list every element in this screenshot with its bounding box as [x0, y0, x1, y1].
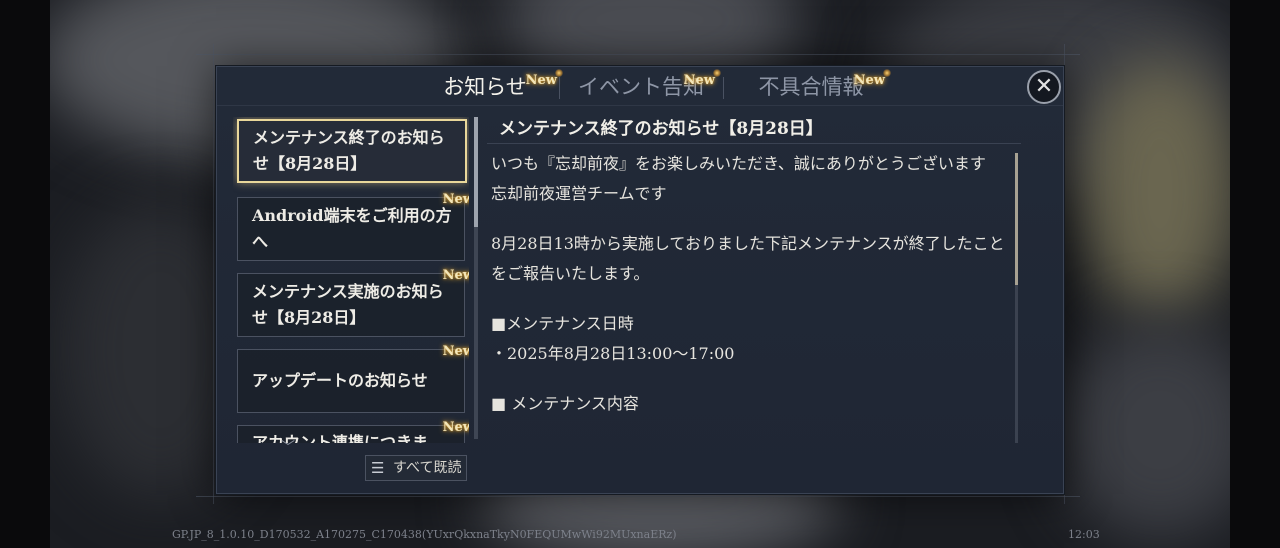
chevron-down-icon[interactable]: ﹀	[271, 441, 305, 455]
body-line: ・2025年8月28日13:00～17:00	[491, 344, 735, 363]
letterbox-left	[0, 0, 50, 548]
letterbox-right	[1230, 0, 1280, 548]
tab-events[interactable]: イベント告知 New	[571, 69, 722, 103]
frame-line-top	[196, 54, 1080, 55]
notice-list: メンテナンス終了のお知らせ【8月28日】 Android端末をご利用の方へ Ne…	[233, 117, 469, 443]
close-button[interactable]: ✕	[1027, 70, 1061, 104]
title-divider	[487, 143, 1021, 144]
read-all-button[interactable]: ☰ すべて既読	[365, 455, 467, 481]
tab-divider	[559, 77, 560, 99]
tab-notices-label: お知らせ	[443, 75, 527, 99]
list-item[interactable]: メンテナンス終了のお知らせ【8月28日】	[237, 119, 467, 183]
new-badge: New	[443, 192, 469, 207]
tab-bug-info-label: 不具合情報	[758, 75, 864, 99]
list-item-label: Android端末をご利用の方へ	[252, 206, 452, 251]
list-item-label: メンテナンス実施のお知らせ【8月28日】	[252, 282, 444, 327]
list-scrollbar[interactable]	[474, 117, 478, 439]
new-badge: New	[684, 65, 722, 97]
new-badge: New	[443, 268, 469, 283]
new-badge: New	[443, 344, 469, 359]
new-badge: New	[443, 420, 469, 435]
list-item-label: メンテナンス終了のお知らせ【8月28日】	[253, 128, 445, 173]
new-badge: New	[854, 65, 892, 97]
new-badge: New	[526, 65, 564, 97]
body-line: 忘却前夜運営チームです	[491, 184, 667, 203]
list-item[interactable]: Android端末をご利用の方へ New	[237, 192, 469, 261]
notice-dialog: お知らせ New イベント告知 New 不具合情報 New ✕ メンテナンス終了…	[216, 66, 1064, 494]
read-all-label: すべて既読	[393, 460, 462, 476]
notice-title: メンテナンス終了のお知らせ【8月28日】	[499, 119, 823, 139]
list-item[interactable]: メンテナンス実施のお知らせ【8月28日】 New	[237, 268, 469, 337]
close-x-icon: ✕	[1034, 74, 1054, 99]
tab-notices[interactable]: お知らせ New	[423, 69, 564, 103]
build-info: GP.JP_8_1.0.10_D170532_A170275_C170438(Y…	[172, 528, 677, 541]
tab-divider	[723, 77, 724, 99]
list-item[interactable]: アップデートのお知らせ New	[237, 344, 469, 413]
list-item-label: アップデートのお知らせ	[252, 371, 428, 390]
body-line: いつも『忘却前夜』をお楽しみいただき、誠にありがとうございます	[491, 154, 986, 173]
tab-bug-info[interactable]: 不具合情報 New	[741, 69, 892, 103]
frame-line-bottom	[196, 496, 1080, 497]
checklist-icon: ☰	[371, 459, 385, 477]
tab-bar: お知らせ New イベント告知 New 不具合情報 New ✕	[217, 67, 1063, 106]
clock: 12:03	[1068, 528, 1100, 541]
body-line: ■メンテナンス日時	[491, 314, 634, 333]
frame-line-left	[213, 44, 214, 504]
body-line: ■ メンテナンス内容	[491, 394, 639, 413]
notice-body: いつも『忘却前夜』をお楽しみいただき、誠にありがとうございます 忘却前夜運営チー…	[491, 149, 1011, 443]
body-line: 8月28日13時から実施しておりました下記メンテナンスが終了したことをご報告いた…	[491, 234, 1005, 283]
frame-line-right	[1064, 44, 1065, 504]
content-scrollbar[interactable]	[1015, 153, 1018, 443]
